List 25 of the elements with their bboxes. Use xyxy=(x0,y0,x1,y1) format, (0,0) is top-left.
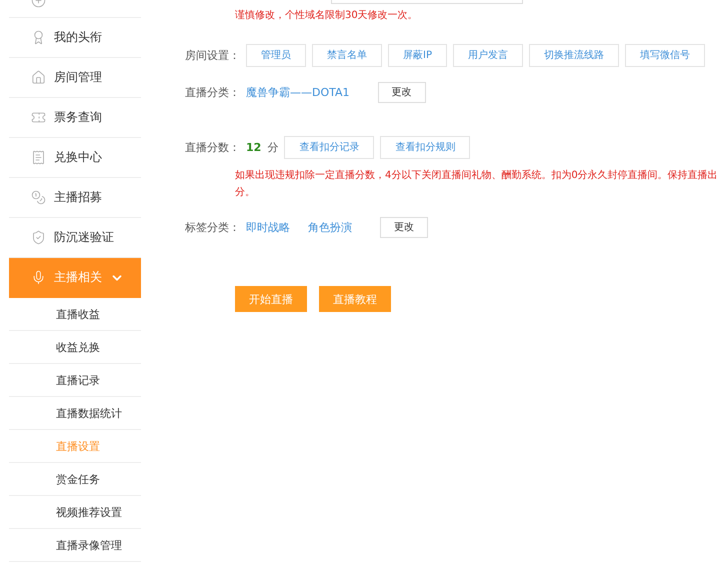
field-label: 直播分数： xyxy=(185,140,240,154)
shield-icon xyxy=(31,230,46,245)
house-icon xyxy=(31,70,46,85)
warning-text: 谨慎修改，个性域名限制30天修改一次。 xyxy=(235,8,419,23)
sidebar-subitem[interactable]: 直播收益 xyxy=(9,298,141,331)
setting-button[interactable]: 管理员 xyxy=(246,44,306,66)
field-label: 直播分类： xyxy=(185,84,240,100)
coins-icon xyxy=(31,190,46,205)
sidebar-subitem[interactable]: 赏金任务 xyxy=(9,463,141,496)
ticket-icon xyxy=(31,110,46,125)
sidebar-subitem[interactable]: 直播录像管理 xyxy=(9,529,141,562)
sidebar-subitem[interactable]: 直播记录 xyxy=(9,364,141,397)
change-button[interactable]: 更改 xyxy=(380,216,428,238)
setting-button[interactable]: 切换推流线路 xyxy=(528,44,619,66)
sidebar-subitem[interactable]: 视频推荐设置 xyxy=(9,496,141,529)
warning-text: 如果出现违规扣除一定直播分数，4分以下关闭直播间礼物、酬勤系统。扣为0分永久封停直播间。保持直播出 分。 xyxy=(235,168,719,200)
score-unit: 分 xyxy=(267,140,278,154)
microphone-icon xyxy=(31,270,46,285)
sidebar-subitem[interactable]: 收益兑换 xyxy=(9,331,141,364)
change-button[interactable]: 更改 xyxy=(378,82,426,102)
field-label: 房间设置： xyxy=(185,48,240,62)
receipt-icon xyxy=(31,150,46,165)
sidebar-subitem[interactable]: 直播数据统计 xyxy=(9,397,141,430)
score-value: 12 xyxy=(246,140,262,154)
field-label: 标签分类： xyxy=(185,220,240,234)
